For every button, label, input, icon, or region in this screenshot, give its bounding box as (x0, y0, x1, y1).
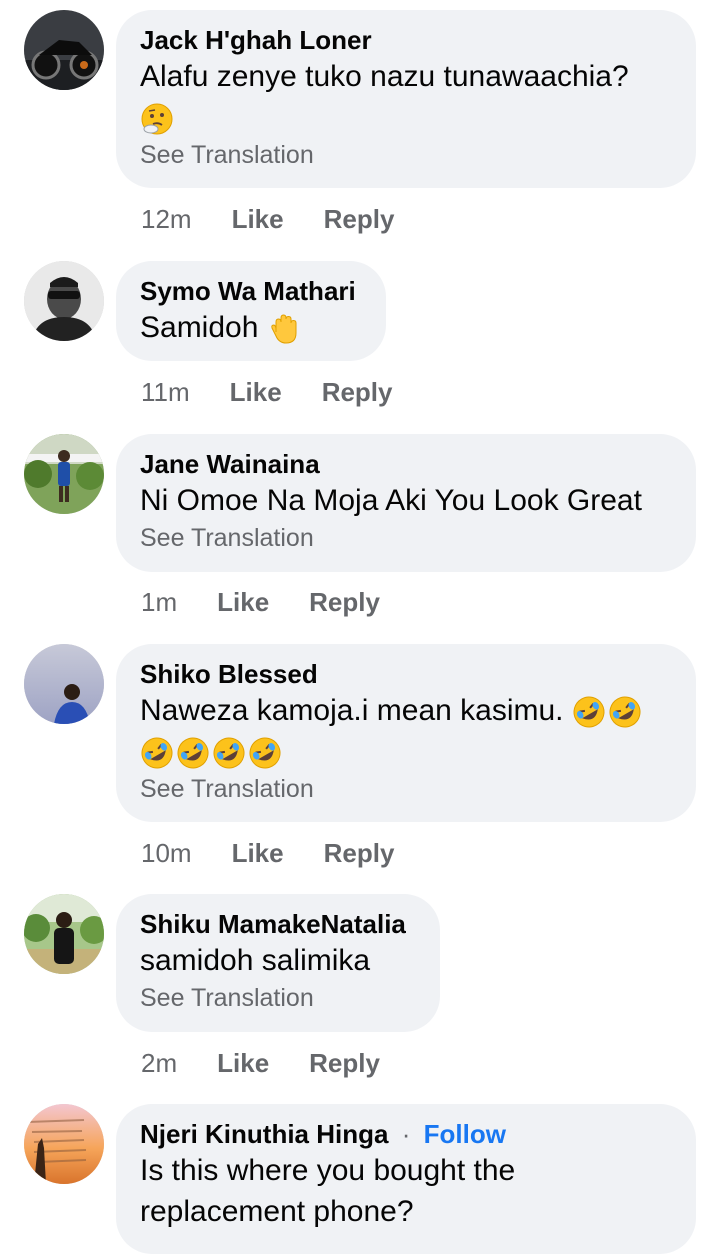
comment-author[interactable]: Shiko Blessed (140, 658, 672, 690)
comment-actions: 1m Like Reply (141, 586, 380, 618)
comment-text: Ni Omoe Na Moja Aki You Look Great (140, 484, 642, 517)
like-button[interactable]: Like (232, 203, 284, 235)
raised-hand-icon (267, 312, 301, 346)
avatar[interactable] (24, 1104, 104, 1184)
separator-dot: · (401, 1119, 411, 1149)
see-translation-link[interactable]: See Translation (140, 521, 672, 555)
comment-author[interactable]: Njeri Kinuthia Hinga (140, 1119, 388, 1149)
avatar[interactable] (24, 261, 104, 341)
comment-actions: 11m Like Reply (141, 376, 393, 408)
reply-button[interactable]: Reply (309, 586, 380, 618)
like-button[interactable]: Like (230, 376, 282, 408)
rolling-on-floor-laughing-icon (212, 736, 246, 770)
thinking-face-icon (140, 102, 174, 136)
comment-time: 1m (141, 587, 178, 617)
like-button[interactable]: Like (217, 586, 269, 618)
comment-text: samidoh salimika (140, 944, 371, 977)
comment-author[interactable]: Shiku MamakeNatalia (140, 908, 416, 940)
comment-bubble: Shiko Blessed Naweza kamoja.i mean kasim… (116, 644, 696, 822)
rolling-on-floor-laughing-icon (608, 695, 642, 729)
comment-text: Naweza kamoja.i mean kasimu. (140, 694, 564, 727)
reply-button[interactable]: Reply (324, 837, 395, 869)
comment-time: 10m (141, 838, 192, 868)
comment-actions: 12m Like Reply (141, 203, 394, 235)
comment-bubble: Symo Wa Mathari Samidoh (116, 261, 386, 361)
rolling-on-floor-laughing-icon (248, 736, 282, 770)
comment-bubble: Shiku MamakeNatalia samidoh salimika See… (116, 894, 440, 1032)
comment-bubble: Njeri Kinuthia Hinga · Follow Is this wh… (116, 1104, 696, 1254)
avatar[interactable] (24, 644, 104, 724)
comment-actions: 2m Like Reply (141, 1047, 380, 1079)
comment-text-line-2: replacement phone? (140, 1195, 414, 1228)
rolling-on-floor-laughing-icon (176, 736, 210, 770)
like-button[interactable]: Like (232, 837, 284, 869)
rolling-on-floor-laughing-icon (140, 736, 174, 770)
comment-time: 11m (141, 377, 190, 407)
comment-actions: 10m Like Reply (141, 837, 394, 869)
comment-text-line-1: Is this where you bought the (140, 1154, 516, 1187)
comment-author[interactable]: Symo Wa Mathari (140, 275, 362, 307)
comment-text: Alafu zenye tuko nazu tunawaachia? (140, 60, 629, 93)
avatar[interactable] (24, 10, 104, 90)
like-button[interactable]: Like (217, 1047, 269, 1079)
reply-button[interactable]: Reply (309, 1047, 380, 1079)
reply-button[interactable]: Reply (322, 376, 393, 408)
avatar[interactable] (24, 434, 104, 514)
avatar[interactable] (24, 894, 104, 974)
comment-time: 2m (141, 1048, 178, 1078)
see-translation-link[interactable]: See Translation (140, 138, 672, 172)
rolling-on-floor-laughing-icon (572, 695, 606, 729)
see-translation-link[interactable]: See Translation (140, 981, 416, 1015)
comment-text: Samidoh (140, 311, 259, 344)
follow-button[interactable]: Follow (424, 1119, 506, 1149)
comment-bubble: Jack H'ghah Loner Alafu zenye tuko nazu … (116, 10, 696, 188)
reply-button[interactable]: Reply (324, 203, 395, 235)
comment-time: 12m (141, 204, 192, 234)
comment-author[interactable]: Jack H'ghah Loner (140, 24, 672, 56)
comment-bubble: Jane Wainaina Ni Omoe Na Moja Aki You Lo… (116, 434, 696, 572)
see-translation-link[interactable]: See Translation (140, 772, 672, 806)
comment-author[interactable]: Jane Wainaina (140, 448, 672, 480)
